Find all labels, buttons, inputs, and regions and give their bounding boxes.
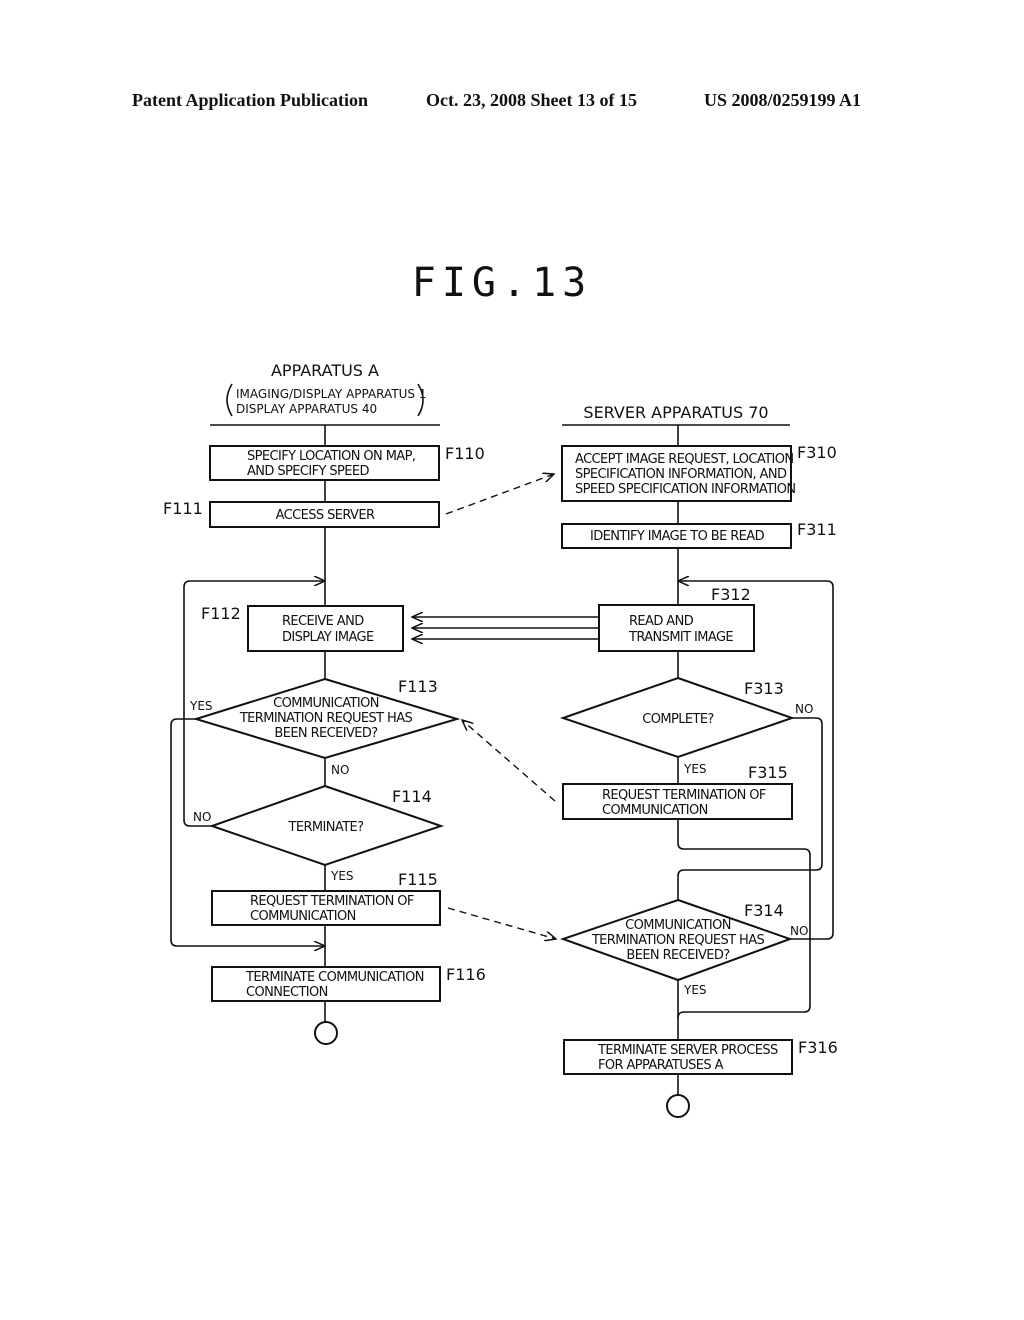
svg-text:FOR APPARATUSES A: FOR APPARATUSES A xyxy=(598,1058,724,1073)
svg-text:SPECIFICATION INFORMATION, AND: SPECIFICATION INFORMATION, AND xyxy=(575,467,787,482)
step-id: F310 xyxy=(797,443,837,462)
branch-label-no: NO xyxy=(790,924,808,938)
svg-text:COMPLETE?: COMPLETE? xyxy=(642,712,713,727)
figure-title: FIG.13 xyxy=(412,260,593,306)
branch-label-yes: YES xyxy=(683,983,707,997)
svg-text:TERMINATION REQUEST HAS: TERMINATION REQUEST HAS xyxy=(239,711,413,726)
svg-text:BEEN RECEIVED?: BEEN RECEIVED? xyxy=(626,948,729,963)
step-F312: READ AND TRANSMIT IMAGE F312 xyxy=(598,585,755,652)
step-id: F111 xyxy=(163,499,203,518)
svg-text:COMMUNICATION: COMMUNICATION xyxy=(273,696,379,711)
flowchart: FIG.13 APPARATUS A IMAGING/DISPLAY APPAR… xyxy=(163,260,838,1118)
left-paren xyxy=(226,383,233,417)
step-F110: SPECIFY LOCATION ON MAP, AND SPECIFY SPE… xyxy=(209,444,485,481)
svg-text:REQUEST TERMINATION OF: REQUEST TERMINATION OF xyxy=(250,894,414,909)
branch-label-no: NO xyxy=(331,763,349,777)
step-id: F113 xyxy=(398,677,438,696)
svg-text:COMMUNICATION: COMMUNICATION xyxy=(625,918,731,933)
step-id: F311 xyxy=(797,520,837,539)
step-id: F312 xyxy=(711,585,751,604)
decision-F114: TERMINATE? F114 xyxy=(208,784,445,867)
branch-label-yes: YES xyxy=(189,699,213,713)
svg-text:TERMINATE COMMUNICATION: TERMINATE COMMUNICATION xyxy=(245,970,424,985)
step-F112: RECEIVE AND DISPLAY IMAGE F112 xyxy=(201,604,404,652)
message-termination-request-to-server xyxy=(447,907,556,939)
step-id: F110 xyxy=(445,444,485,463)
step-id: F114 xyxy=(392,787,432,806)
column-title-apparatus-a: APPARATUS A xyxy=(271,361,379,380)
svg-text:DISPLAY IMAGE: DISPLAY IMAGE xyxy=(282,630,374,645)
column-title-server: SERVER APPARATUS 70 xyxy=(583,403,768,422)
svg-text:CONNECTION: CONNECTION xyxy=(246,985,328,1000)
svg-text:TERMINATE SERVER PROCESS: TERMINATE SERVER PROCESS xyxy=(597,1043,778,1058)
step-F310: ACCEPT IMAGE REQUEST, LOCATION SPECIFICA… xyxy=(561,443,837,502)
decision-F113: COMMUNICATION TERMINATION REQUEST HAS BE… xyxy=(192,677,461,760)
step-id: F314 xyxy=(744,901,784,920)
svg-text:RECEIVE AND: RECEIVE AND xyxy=(282,614,364,629)
step-id: F316 xyxy=(798,1038,838,1057)
message-termination-request-to-apparatus xyxy=(462,720,556,802)
svg-text:ACCEPT IMAGE REQUEST, LOCATION: ACCEPT IMAGE REQUEST, LOCATION xyxy=(575,452,793,467)
step-F111: ACCESS SERVER F111 xyxy=(163,499,440,528)
message-access-to-server xyxy=(445,474,554,515)
svg-text:TERMINATE?: TERMINATE? xyxy=(288,820,364,835)
svg-text:SPEED SPECIFICATION INFORMATIO: SPEED SPECIFICATION INFORMATION xyxy=(575,482,796,497)
step-F116: TERMINATE COMMUNICATION CONNECTION F116 xyxy=(211,965,486,1002)
decision-F314: COMMUNICATION TERMINATION REQUEST HAS BE… xyxy=(559,898,793,982)
branch-label-yes: YES xyxy=(330,869,354,883)
decision-F313: COMPLETE? F313 xyxy=(559,676,796,759)
end-terminator-right xyxy=(666,1094,690,1118)
end-terminator-left xyxy=(314,1021,338,1045)
svg-text:ACCESS SERVER: ACCESS SERVER xyxy=(276,508,375,523)
step-id: F116 xyxy=(446,965,486,984)
column-subtitle-line-1: IMAGING/DISPLAY APPARATUS 1 xyxy=(236,387,427,401)
step-id: F112 xyxy=(201,604,241,623)
step-id: F115 xyxy=(398,870,438,889)
branch-label-no: NO xyxy=(193,810,211,824)
step-F316: TERMINATE SERVER PROCESS FOR APPARATUSES… xyxy=(563,1038,838,1075)
svg-text:REQUEST TERMINATION OF: REQUEST TERMINATION OF xyxy=(602,788,766,803)
svg-text:IDENTIFY IMAGE TO BE READ: IDENTIFY IMAGE TO BE READ xyxy=(590,529,765,544)
branch-label-yes: YES xyxy=(683,762,707,776)
svg-text:COMMUNICATION: COMMUNICATION xyxy=(602,803,708,818)
svg-text:READ AND: READ AND xyxy=(629,614,694,629)
branch-label-no: NO xyxy=(795,702,813,716)
svg-text:SPECIFY LOCATION ON MAP,: SPECIFY LOCATION ON MAP, xyxy=(247,449,415,464)
step-id: F315 xyxy=(748,763,788,782)
svg-text:COMMUNICATION: COMMUNICATION xyxy=(250,909,356,924)
svg-text:TRANSMIT IMAGE: TRANSMIT IMAGE xyxy=(628,630,733,645)
column-subtitle-line-2: DISPLAY APPARATUS 40 xyxy=(236,402,377,416)
step-id: F313 xyxy=(744,679,784,698)
step-F311: IDENTIFY IMAGE TO BE READ F311 xyxy=(561,520,837,549)
svg-text:AND SPECIFY SPEED: AND SPECIFY SPEED xyxy=(247,464,369,479)
svg-text:TERMINATION REQUEST HAS: TERMINATION REQUEST HAS xyxy=(591,933,765,948)
step-F115: REQUEST TERMINATION OF COMMUNICATION F11… xyxy=(211,870,441,926)
svg-text:BEEN RECEIVED?: BEEN RECEIVED? xyxy=(274,726,377,741)
